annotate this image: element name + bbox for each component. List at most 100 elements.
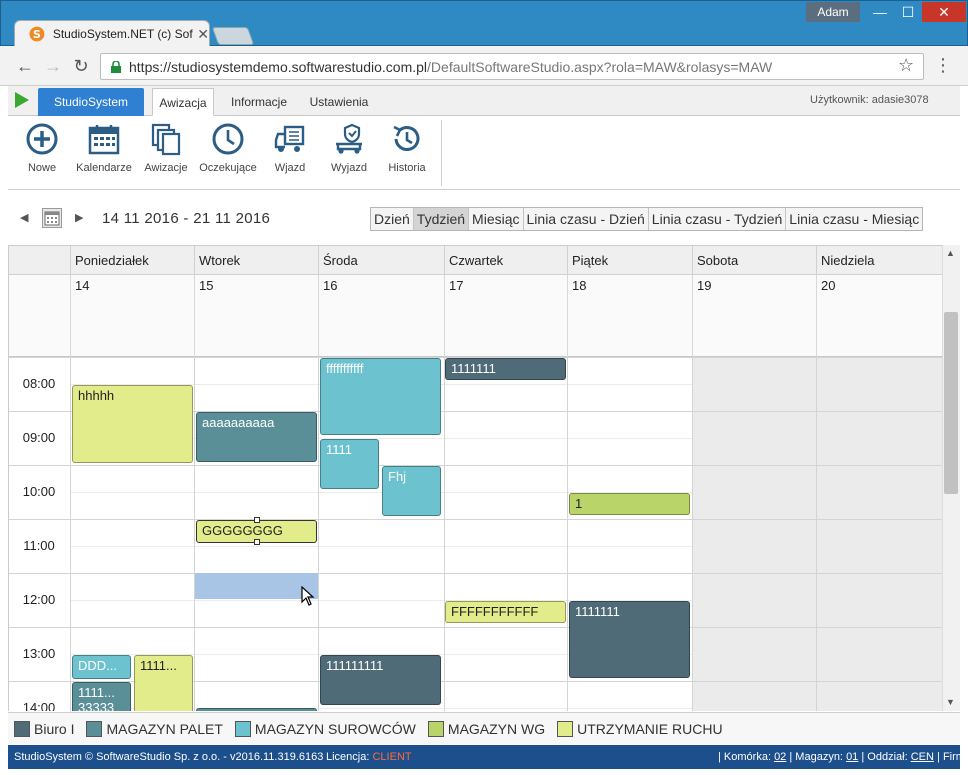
- pending-button[interactable]: Oczekujące: [196, 122, 260, 184]
- appointment-title: 1111...: [78, 685, 115, 700]
- new-tab-button[interactable]: [211, 27, 255, 45]
- oddzial-link[interactable]: CEN: [911, 751, 934, 763]
- time-label-1100: 11:00: [23, 538, 55, 553]
- licence-info: Licencja: CLIENT: [326, 745, 412, 769]
- logged-user: Użytkownik: adasie3078: [810, 94, 929, 106]
- day-header-sunday: Niedziela: [816, 246, 942, 275]
- time-label-0900: 09:00: [22, 430, 56, 445]
- calendars-button[interactable]: Kalendarze: [72, 122, 136, 184]
- forward-icon[interactable]: →: [42, 55, 64, 77]
- exit-button[interactable]: Wyjazd: [317, 122, 381, 184]
- previous-week-icon[interactable]: ◀: [20, 211, 28, 224]
- awizacje-button[interactable]: Awizacje: [134, 122, 198, 184]
- legend-label: MAGAZYN SUROWCÓW: [254, 720, 416, 737]
- appointment-event[interactable]: 1111111: [569, 601, 690, 678]
- legend-label: MAGAZYN PALET: [106, 720, 223, 737]
- browser-tab-title: StudioSystem.NET (c) Sof: [52, 27, 193, 41]
- day-number-19[interactable]: 19: [692, 275, 816, 357]
- calendars-button-label: Kalendarze: [76, 162, 132, 174]
- browser-tab[interactable]: S StudioSystem.NET (c) Sof ✕: [14, 20, 210, 47]
- legend-swatch: [557, 720, 574, 737]
- tab-studiosystem[interactable]: StudioSystem: [38, 88, 144, 116]
- view-timeline-month-button[interactable]: Linia czasu - Miesiąc: [786, 208, 922, 230]
- day-number-15[interactable]: 15: [194, 275, 318, 357]
- scroll-down-arrow-icon[interactable]: ▼: [946, 697, 955, 707]
- appointment-event[interactable]: 1111... 33333: [72, 682, 131, 711]
- legend-item: Biuro I: [14, 720, 74, 737]
- next-week-icon[interactable]: ▶: [75, 211, 83, 224]
- day-header-friday: Piątek: [567, 246, 692, 275]
- appointment-event[interactable]: hhhhh: [72, 385, 193, 463]
- browser-menu-icon[interactable]: ⋮: [934, 55, 952, 76]
- window-close-icon[interactable]: ✕: [922, 2, 966, 22]
- address-bar[interactable]: https://studiosystemdemo.softwarestudio.…: [100, 53, 924, 80]
- komorka-link[interactable]: 02: [774, 751, 786, 763]
- entry-button[interactable]: Wjazd: [258, 122, 322, 184]
- resize-handle-bottom[interactable]: [254, 539, 260, 545]
- exit-button-label: Wyjazd: [331, 162, 367, 174]
- new-button-label: Nowe: [27, 162, 57, 174]
- view-week-button[interactable]: Tydzień: [413, 208, 470, 230]
- back-icon[interactable]: ←: [14, 55, 36, 77]
- svg-text:S: S: [33, 28, 41, 41]
- mouse-cursor-icon: [301, 586, 315, 606]
- view-timeline-week-button[interactable]: Linia czasu - Tydzień: [649, 208, 787, 230]
- close-tab-icon[interactable]: ✕: [197, 26, 209, 43]
- documents-icon: [151, 123, 181, 156]
- appointment-event[interactable]: FFFFFFFFFFF: [445, 601, 566, 623]
- selected-time-slot[interactable]: [195, 573, 318, 599]
- appointment-event[interactable]: fffffffffff: [320, 358, 441, 435]
- browser-profile-name[interactable]: Adam: [806, 2, 860, 22]
- appointment-event[interactable]: 1111...: [134, 655, 193, 711]
- day-number-14[interactable]: 14: [70, 275, 194, 357]
- appointment-event[interactable]: 111111111: [320, 655, 441, 705]
- studiosystem-favicon-icon: S: [29, 26, 45, 42]
- category-legend: Biuro I MAGAZYN PALET MAGAZYN SUROWCÓW M…: [8, 712, 960, 744]
- history-icon: [393, 125, 420, 151]
- view-month-button[interactable]: Miesiąc: [469, 208, 524, 230]
- resize-handle-top[interactable]: [254, 517, 260, 523]
- url-path: /DefaultSoftwareStudio.aspx?rola=MAW&rol…: [427, 58, 773, 75]
- view-day-button[interactable]: Dzień: [371, 208, 414, 230]
- day-number-16[interactable]: 16: [318, 275, 444, 357]
- history-button[interactable]: Historia: [375, 122, 439, 184]
- legend-item: MAGAZYN WG: [427, 720, 545, 737]
- scrollbar-thumb[interactable]: [944, 312, 958, 494]
- new-button[interactable]: Nowe: [10, 122, 74, 184]
- day-number-20[interactable]: 20: [816, 275, 942, 357]
- tab-awizacja[interactable]: Awizacja: [152, 88, 214, 116]
- entry-button-label: Wjazd: [274, 162, 306, 174]
- bookmark-star-icon[interactable]: ☆: [898, 55, 914, 76]
- truck-out-icon: [336, 123, 362, 154]
- reload-icon[interactable]: ↻: [70, 55, 92, 77]
- legend-item: MAGAZYN SUROWCÓW: [234, 720, 416, 737]
- plus-circle-icon: [26, 123, 58, 155]
- tab-ustawienia[interactable]: Ustawienia: [306, 88, 372, 116]
- calendar-picker-icon[interactable]: [42, 208, 62, 228]
- legend-item: MAGAZYN PALET: [86, 720, 223, 737]
- day-header-thursday: Czwartek: [444, 246, 567, 275]
- appointment-event[interactable]: DDD...: [72, 655, 131, 679]
- appointment-event[interactable]: Fhj: [382, 466, 441, 516]
- scroll-up-arrow-icon[interactable]: ▲: [946, 248, 955, 258]
- url-host: https://studiosystemdemo.softwarestudio.…: [129, 58, 428, 75]
- appointment-event[interactable]: 1111111: [445, 358, 566, 380]
- time-label-1000: 10:00: [22, 484, 56, 499]
- calendar-icon: [88, 125, 120, 155]
- day-header-wednesday: Środa: [318, 246, 444, 275]
- appointment-event[interactable]: aaaaaaaaaa: [196, 412, 317, 462]
- play-icon[interactable]: [15, 92, 29, 108]
- tab-informacje[interactable]: Informacje: [226, 88, 292, 116]
- time-slots[interactable]: 08:00 09:00 10:00 11:00 12:00 13:00 14:0…: [9, 357, 942, 711]
- history-button-label: Historia: [388, 162, 426, 174]
- minimize-icon[interactable]: —: [866, 2, 894, 22]
- appointment-event[interactable]: 1111: [320, 439, 379, 489]
- day-number-17[interactable]: 17: [444, 275, 567, 357]
- appointment-event[interactable]: [196, 708, 317, 711]
- view-timeline-day-button[interactable]: Linia czasu - Dzień: [524, 208, 649, 230]
- time-label-1400: 14:00: [22, 700, 56, 711]
- magazyn-link[interactable]: 01: [846, 751, 858, 763]
- appointment-event[interactable]: 1: [569, 493, 690, 515]
- maximize-icon[interactable]: ☐: [894, 2, 922, 22]
- day-number-18[interactable]: 18: [567, 275, 692, 357]
